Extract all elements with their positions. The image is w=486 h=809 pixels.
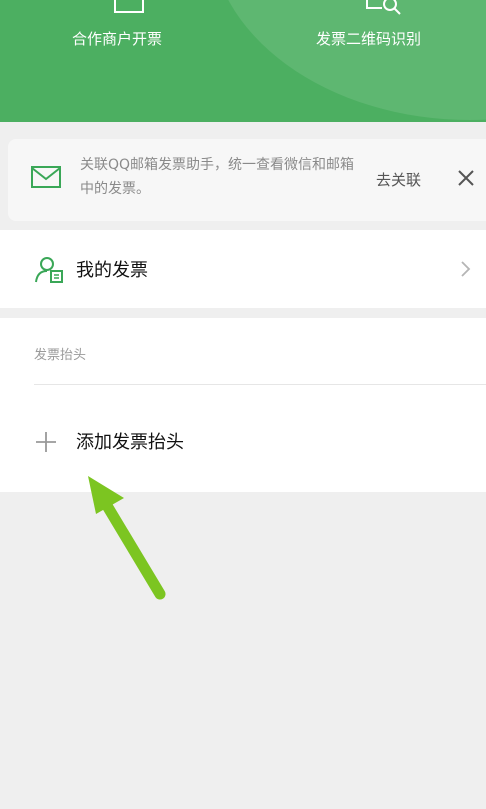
section-title: 发票抬头	[34, 348, 87, 363]
my-invoices-row[interactable]: 我的发票	[0, 230, 486, 308]
my-invoices-label: 我的发票	[76, 260, 148, 281]
merchant-invoice-button[interactable]: 合作商户开票	[72, 0, 192, 60]
mail-icon	[30, 165, 62, 195]
my-invoice-icon	[34, 256, 66, 288]
banner-text: 关联QQ邮箱发票助手，统一查看微信和邮箱中的发票。	[80, 157, 355, 197]
add-invoice-title-label: 添加发票抬头	[76, 432, 184, 453]
header-banner: 合作商户开票 发票二维码识别	[0, 0, 486, 122]
merchant-invoice-label: 合作商户开票	[72, 30, 163, 48]
chevron-right-icon	[460, 260, 472, 282]
close-icon[interactable]	[456, 168, 476, 192]
invoice-qr-scan-button[interactable]: 发票二维码识别	[316, 0, 456, 60]
plus-icon	[34, 430, 58, 458]
add-invoice-title-button[interactable]: 添加发票抬头	[34, 424, 294, 458]
qq-mail-link-banner: 关联QQ邮箱发票助手，统一查看微信和邮箱中的发票。 去关联	[8, 139, 486, 221]
qr-scan-label: 发票二维码识别	[316, 30, 422, 48]
qr-scan-icon	[364, 0, 404, 24]
link-account-button[interactable]: 去关联	[376, 169, 421, 190]
arrow-annotation-icon	[70, 470, 180, 614]
section-divider	[34, 384, 486, 385]
merchant-invoice-icon	[112, 0, 146, 22]
invoice-title-section: 发票抬头 添加发票抬头	[0, 318, 486, 492]
